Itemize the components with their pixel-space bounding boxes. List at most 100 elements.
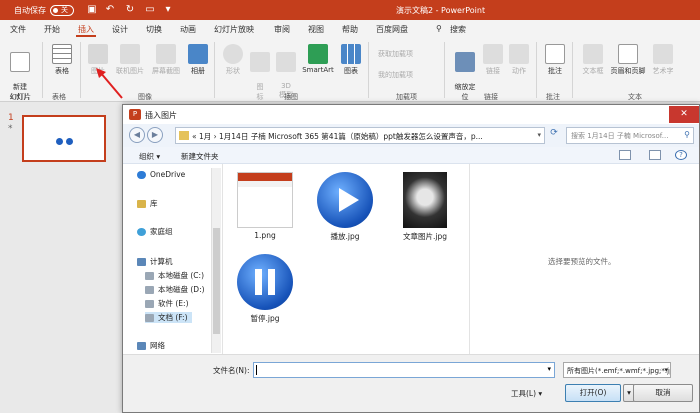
chart-button[interactable]: 图表 — [340, 44, 362, 76]
autosave-toggle[interactable]: 关 — [50, 5, 74, 16]
nav-drive-c[interactable]: 本地磁盘 (C:) — [145, 270, 204, 281]
slide-thumbnail[interactable] — [22, 115, 106, 162]
search-icon: ⚲ — [684, 130, 690, 139]
search-input[interactable]: 搜索 1月14日 子楠 Microsof... ⚲ — [566, 127, 694, 144]
tab-view[interactable]: 视图 — [308, 24, 324, 35]
icons-label: 图 标 — [256, 83, 264, 101]
preview-placeholder: 选择要预览的文件。 — [548, 257, 616, 266]
nav-drive-f[interactable]: 文档 (F:) — [145, 312, 192, 323]
help-icon[interactable]: ? — [675, 150, 687, 160]
cancel-button[interactable]: 取消 — [633, 384, 693, 402]
comment-label: 批注 — [548, 67, 562, 75]
tab-help[interactable]: 帮助 — [342, 24, 358, 35]
my-addins-label: 我的加载项 — [378, 71, 413, 79]
tab-slideshow[interactable]: 幻灯片放映 — [214, 24, 254, 35]
file-type-filter[interactable]: 所有图片(*.emf;*.wmf;*.jpg;*.jp ▾ — [563, 362, 671, 378]
album-button[interactable]: 相册 — [186, 44, 210, 76]
undo-icon[interactable]: ↶ — [104, 4, 116, 16]
smartart-button[interactable]: SmartArt — [300, 44, 336, 74]
tab-file[interactable]: 文件 — [10, 24, 26, 35]
nav-onedrive[interactable]: OneDrive — [137, 170, 185, 179]
nav-drive-d[interactable]: 本地磁盘 (D:) — [145, 284, 205, 295]
ribbon-separator — [572, 42, 573, 98]
tools-button[interactable]: 工具(L) ▾ — [511, 388, 542, 399]
play-icon — [339, 188, 359, 212]
action-button[interactable]: 动作 — [508, 44, 530, 76]
tab-transitions[interactable]: 切换 — [146, 24, 162, 35]
nav-homegroup-label: 家庭组 — [150, 227, 173, 236]
preview-pane-icon[interactable] — [649, 150, 661, 160]
filename-input[interactable]: ▾ — [253, 362, 555, 378]
my-addins-button[interactable]: 我的加载项 — [378, 70, 438, 80]
tab-home[interactable]: 开始 — [44, 24, 60, 35]
redo-icon[interactable]: ↻ — [124, 4, 136, 16]
action-icon — [509, 44, 529, 64]
tab-design[interactable]: 设计 — [112, 24, 128, 35]
wordart-button[interactable]: 艺术字 — [650, 44, 676, 76]
navigation-pane: OneDrive 库 家庭组 计算机 本地磁盘 (C:) 本地磁盘 (D:) 软… — [123, 164, 223, 354]
table-button[interactable]: 表格 — [50, 44, 74, 76]
album-label: 相册 — [191, 67, 205, 75]
file-item[interactable]: 1.png — [234, 172, 296, 240]
zoom-icon — [455, 52, 475, 72]
scrollbar-thumb[interactable] — [213, 228, 220, 334]
nav-library[interactable]: 库 — [137, 198, 158, 209]
present-icon[interactable]: ▭ — [144, 4, 156, 16]
group-addins: 加载项 — [396, 93, 417, 101]
chevron-down-icon[interactable]: ▾ — [537, 131, 541, 139]
header-footer-label: 页眉和页脚 — [610, 67, 646, 75]
view-options-icon[interactable] — [619, 150, 631, 160]
play-icon — [56, 138, 63, 145]
chevron-down-icon[interactable]: ▾ — [547, 365, 551, 373]
chart-icon — [341, 44, 361, 64]
open-button[interactable]: 打开(O) — [565, 384, 621, 402]
tab-insert[interactable]: 插入 — [78, 24, 94, 35]
new-folder-button[interactable]: 新建文件夹 — [181, 151, 219, 162]
get-addins-button[interactable]: 获取加载项 — [378, 49, 438, 59]
nav-computer[interactable]: 计算机 — [137, 256, 173, 267]
tab-search[interactable]: 搜索 — [450, 24, 466, 35]
close-button[interactable]: ✕ — [669, 106, 699, 123]
file-item[interactable]: 播放.jpg — [314, 172, 376, 242]
ribbon-separator — [80, 42, 81, 98]
pause-image-thumbnail — [237, 254, 293, 310]
drive-icon — [145, 272, 154, 280]
dialog-toolbar: 组织 ▾ 新建文件夹 ? — [123, 147, 699, 164]
drive-icon — [145, 314, 154, 322]
file-item[interactable]: 暂停.jpg — [234, 254, 296, 324]
zoom-button[interactable]: 缩放定 位 — [450, 44, 480, 102]
search-icon[interactable]: ⚲ — [436, 24, 442, 33]
nav-drive-e[interactable]: 软件 (E:) — [145, 298, 189, 309]
textbox-button[interactable]: 文本框 — [580, 44, 606, 76]
cancel-button-label: 取消 — [655, 388, 671, 397]
path-field[interactable]: « 1月 › 1月14日 子楠 Microsoft 365 第41篇（原始稿）p… — [175, 127, 545, 144]
shapes-button[interactable]: 形状 — [222, 44, 244, 76]
network-icon — [137, 342, 146, 350]
pause-icon — [66, 138, 73, 145]
nav-network[interactable]: 网络 — [137, 340, 165, 351]
comment-button[interactable]: 批注 — [544, 44, 566, 76]
screenshot-button[interactable]: 屏幕截图 — [150, 44, 182, 76]
organize-button[interactable]: 组织 ▾ — [139, 151, 160, 162]
refresh-icon[interactable]: ⟳ — [547, 128, 561, 143]
forward-button[interactable]: ▶ — [147, 127, 163, 143]
file-name: 文章图片.jpg — [403, 232, 447, 241]
nav-scrollbar[interactable] — [211, 168, 221, 353]
tab-baidu-netdisk[interactable]: 百度网盘 — [376, 24, 408, 35]
save-icon[interactable]: ▣ — [86, 4, 98, 16]
tab-animations[interactable]: 动画 — [180, 24, 196, 35]
icons-button[interactable]: 图 标 — [250, 44, 270, 102]
tab-review[interactable]: 审阅 — [274, 24, 290, 35]
header-footer-button[interactable]: 页眉和页脚 — [608, 44, 648, 76]
group-slides: 幻灯片 — [10, 93, 31, 101]
nav-onedrive-label: OneDrive — [150, 170, 186, 179]
back-button[interactable]: ◀ — [129, 127, 145, 143]
file-item[interactable]: 文章图片.jpg — [394, 172, 456, 242]
customize-qat-icon[interactable]: ▾ — [162, 4, 174, 16]
link-button[interactable]: 链接 — [482, 44, 504, 76]
nav-homegroup[interactable]: 家庭组 — [137, 226, 173, 237]
comment-icon — [545, 44, 565, 64]
nav-network-label: 网络 — [150, 341, 165, 350]
link-label: 链接 — [486, 67, 500, 75]
autosave-state: 关 — [61, 6, 68, 14]
